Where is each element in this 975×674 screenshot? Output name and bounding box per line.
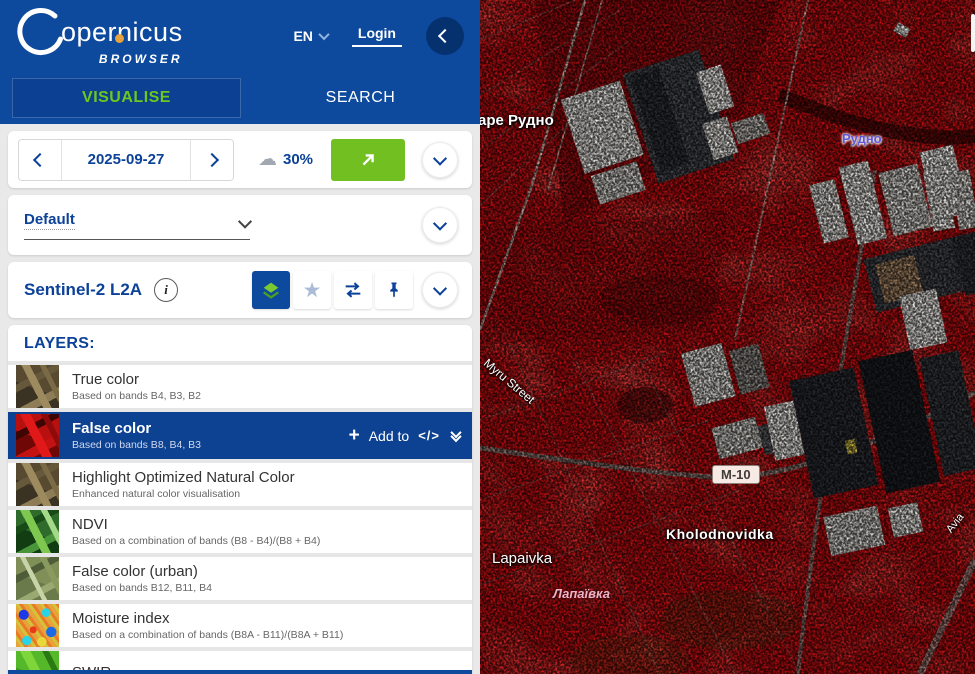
layer-title: False color	[72, 420, 201, 437]
show-results-button[interactable]	[331, 139, 405, 181]
layers-heading: LAYERS:	[8, 325, 472, 361]
collapse-sidebar-button[interactable]	[426, 17, 464, 55]
dataset-name: Sentinel-2 L2A	[24, 280, 142, 300]
next-date-button[interactable]	[191, 140, 233, 180]
map-canvas[interactable]: аре Рудно Рудно Myru Street M-10 Kholodn…	[480, 0, 975, 674]
chevron-left-icon	[438, 29, 452, 43]
layer-subtitle: Based on a combination of bands (B8A - B…	[72, 629, 343, 641]
previous-date-button[interactable]	[19, 140, 61, 180]
app-header: opernicus BROWSER EN Login	[0, 0, 480, 124]
chevron-down-icon	[433, 217, 447, 231]
chevron-down-icon	[433, 151, 447, 165]
app-window: аре Рудно Рудно Myru Street M-10 Kholodn…	[0, 0, 975, 674]
layer-title: True color	[72, 371, 201, 388]
favourite-button[interactable]: ★	[293, 271, 331, 309]
layer-thumbnail	[16, 510, 59, 553]
tab-visualise[interactable]: VISUALISE	[12, 78, 241, 118]
logo-subtitle: BROWSER	[16, 52, 183, 66]
date-picker: 2025-09-27	[18, 139, 234, 181]
layer-subtitle: Enhanced natural color visualisation	[72, 488, 295, 500]
layer-thumbnail	[16, 604, 59, 647]
custom-script-button[interactable]: </>	[418, 428, 440, 443]
collection-card: Default	[8, 195, 472, 255]
dataset-info-button[interactable]: i	[154, 278, 178, 302]
pin-button[interactable]	[375, 271, 413, 309]
chevron-down-icon	[318, 29, 329, 40]
language-selector[interactable]: EN	[293, 28, 327, 44]
layer-row-highlight-optimized[interactable]: Highlight Optimized Natural Color Enhanc…	[8, 463, 472, 506]
expand-collection-section-button[interactable]	[422, 207, 458, 243]
add-to-button[interactable]: Add to	[369, 428, 409, 444]
layer-row-false-color-urban[interactable]: False color (urban) Based on bands B12, …	[8, 557, 472, 600]
layer-thumbnail	[16, 365, 59, 408]
compare-button[interactable]	[334, 271, 372, 309]
collection-value: Default	[24, 211, 75, 230]
collection-dropdown[interactable]: Default	[24, 211, 250, 240]
layer-thumbnail	[16, 414, 59, 457]
cloud-coverage: ☁ 30%	[258, 150, 313, 169]
language-value: EN	[293, 28, 312, 44]
layer-row-true-color[interactable]: True color Based on bands B4, B3, B2	[8, 365, 472, 408]
layer-row-false-color-selected[interactable]: False color Based on bands B8, B4, B3 + …	[8, 412, 472, 459]
layer-title: NDVI	[72, 516, 320, 533]
swap-arrows-icon	[342, 279, 364, 301]
cloud-icon: ☁	[258, 150, 277, 169]
pushpin-icon	[384, 280, 404, 300]
layer-thumbnail	[16, 557, 59, 600]
login-button[interactable]: Login	[352, 25, 402, 47]
layers-panel: LAYERS: True color Based on bands B4, B3…	[8, 325, 472, 674]
layers-view-button[interactable]	[252, 271, 290, 309]
layers-icon	[260, 279, 282, 301]
layer-subtitle: Based on bands B12, B11, B4	[72, 582, 212, 594]
bottom-edge-strip	[8, 670, 472, 674]
map-control-cutoff[interactable]	[971, 14, 975, 52]
layer-title: Moisture index	[72, 610, 343, 627]
diagonal-arrow-icon	[357, 149, 379, 171]
main-tabs: VISUALISE SEARCH	[0, 72, 480, 124]
chevron-down-icon	[433, 282, 447, 296]
layer-title: False color (urban)	[72, 563, 212, 580]
layer-row-ndvi[interactable]: NDVI Based on a combination of bands (B8…	[8, 510, 472, 553]
copernicus-logo[interactable]: opernicus BROWSER	[16, 7, 183, 66]
expand-date-section-button[interactable]	[422, 142, 458, 178]
chevron-right-icon	[205, 152, 219, 166]
star-icon: ★	[303, 280, 322, 301]
date-value[interactable]: 2025-09-27	[61, 140, 191, 180]
layer-subtitle: Based on bands B4, B3, B2	[72, 390, 201, 402]
plus-icon: +	[349, 426, 360, 445]
satellite-imagery	[480, 0, 975, 674]
collapse-layer-details-button[interactable]	[452, 430, 460, 442]
layer-row-moisture-index[interactable]: Moisture index Based on a combination of…	[8, 604, 472, 647]
sidebar-panel: opernicus BROWSER EN Login	[0, 0, 480, 674]
tab-search[interactable]: SEARCH	[241, 89, 480, 107]
layer-subtitle: Based on bands B8, B4, B3	[72, 439, 201, 451]
dataset-card: Sentinel-2 L2A i ★	[8, 262, 472, 318]
layer-subtitle: Based on a combination of bands (B8 - B4…	[72, 535, 320, 547]
chevron-left-icon	[33, 152, 47, 166]
expand-dataset-section-button[interactable]	[422, 272, 458, 308]
chevron-down-icon	[238, 214, 252, 228]
logo-text: opernicus	[61, 17, 183, 48]
layer-title: Highlight Optimized Natural Color	[72, 469, 295, 486]
date-selection-card: 2025-09-27 ☁ 30%	[8, 131, 472, 188]
layer-thumbnail	[16, 463, 59, 506]
cloud-coverage-value: 30%	[283, 151, 313, 168]
logo-satellite-dot-icon	[115, 34, 124, 43]
